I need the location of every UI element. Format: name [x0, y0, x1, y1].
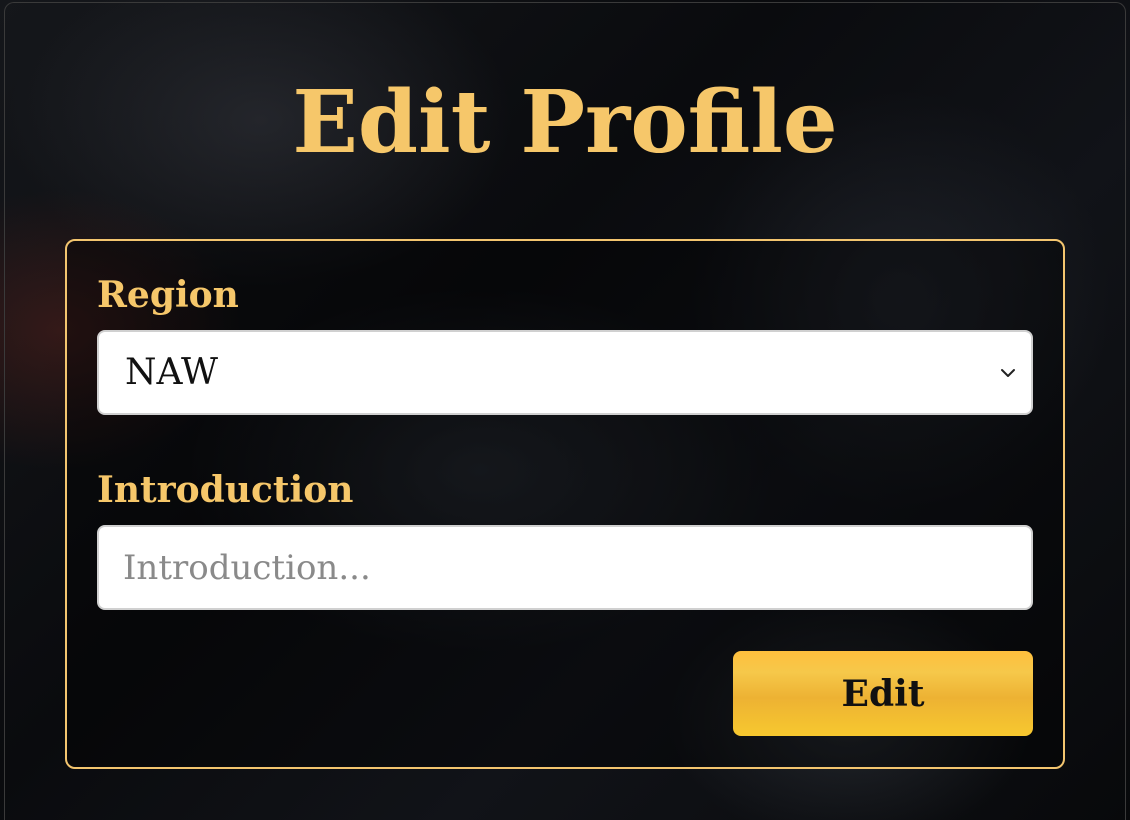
region-select[interactable]: NAW [97, 330, 1033, 415]
page-title: Edit Profile [292, 72, 838, 173]
introduction-label: Introduction [97, 469, 354, 511]
region-selected-value: NAW [125, 352, 219, 393]
edit-button[interactable]: Edit [733, 651, 1033, 736]
introduction-input[interactable] [97, 525, 1033, 610]
chevron-down-icon [1001, 369, 1015, 377]
region-label: Region [97, 274, 239, 316]
edit-profile-form: Region NAW Introduction Edit [65, 239, 1065, 769]
